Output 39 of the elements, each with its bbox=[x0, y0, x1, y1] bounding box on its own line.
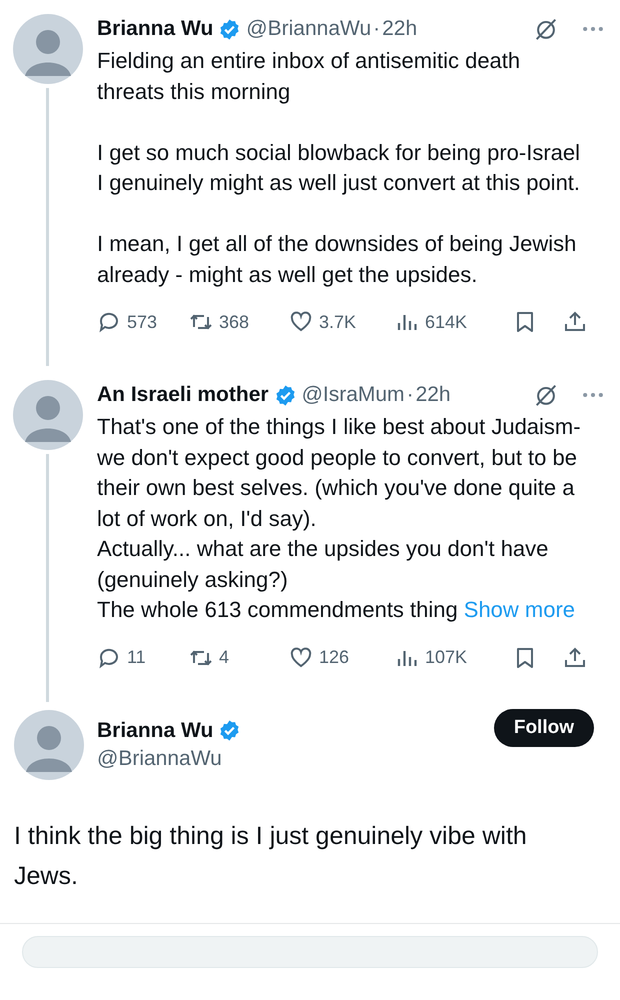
slashed-circle-icon[interactable] bbox=[533, 382, 559, 408]
tweet-text: That's one of the things I like best about Judaism- we don't expect good people to convert, but to be their own best selves. (which you've done quite a lot of work on, I'd say). bbox=[97, 413, 582, 533]
more-icon[interactable] bbox=[582, 25, 604, 33]
stat-count: 614K bbox=[425, 312, 468, 332]
author-name[interactable]: An Israeli mother bbox=[97, 383, 269, 407]
share-icon[interactable] bbox=[563, 646, 587, 670]
tweet-text: The whole 613 commendments thing Show more bbox=[97, 596, 576, 624]
stat-count: 573 bbox=[127, 312, 158, 332]
author-handle[interactable]: @BriannaWu bbox=[246, 17, 372, 41]
avatar[interactable] bbox=[12, 380, 82, 450]
timestamp[interactable]: 22h bbox=[382, 17, 418, 41]
author-name[interactable]: Brianna Wu bbox=[97, 718, 214, 742]
more-icon[interactable] bbox=[582, 391, 604, 399]
heart-icon[interactable] bbox=[289, 646, 313, 670]
stat-count: 107K bbox=[425, 647, 468, 668]
stat-count: 3.7K bbox=[319, 312, 356, 332]
tweet-text: I think the big thing is I just genuinely vibe with Jews. bbox=[14, 820, 528, 892]
tweet-text: I get so much social blowback for being pro-Israel I genuinely might as well just convert at this point. bbox=[97, 138, 582, 197]
separator-dot: · bbox=[406, 383, 414, 407]
timestamp[interactable]: 22h bbox=[416, 383, 451, 407]
stat-count: 4 bbox=[219, 647, 230, 668]
separator-dot: · bbox=[373, 17, 380, 41]
stat-count: 126 bbox=[319, 647, 350, 668]
author-name[interactable]: Brianna Wu bbox=[97, 17, 214, 41]
heart-icon[interactable] bbox=[289, 310, 313, 334]
tweet-text: I mean, I get all of the downsides of being Jewish already - might as well get the upsides. bbox=[97, 230, 578, 289]
stat-count: 11 bbox=[127, 647, 146, 668]
author-handle[interactable]: @BriannaWu bbox=[97, 746, 242, 770]
reply-icon[interactable] bbox=[97, 310, 121, 334]
avatar[interactable] bbox=[14, 710, 84, 780]
tweet-text: Fielding an entire inbox of antisemitic death threats this morning bbox=[97, 47, 522, 106]
slashed-circle-icon[interactable] bbox=[533, 16, 559, 42]
tweet-text: Actually... what are the upsides you don't have (genuinely asking?) bbox=[97, 535, 550, 594]
avatar[interactable] bbox=[12, 14, 82, 84]
author-handle[interactable]: @IsraMum bbox=[302, 383, 405, 407]
reply-field[interactable] bbox=[22, 936, 598, 968]
share-icon[interactable] bbox=[563, 310, 587, 334]
stat-count: 368 bbox=[219, 312, 250, 332]
follow-button[interactable]: Follow bbox=[494, 708, 594, 746]
